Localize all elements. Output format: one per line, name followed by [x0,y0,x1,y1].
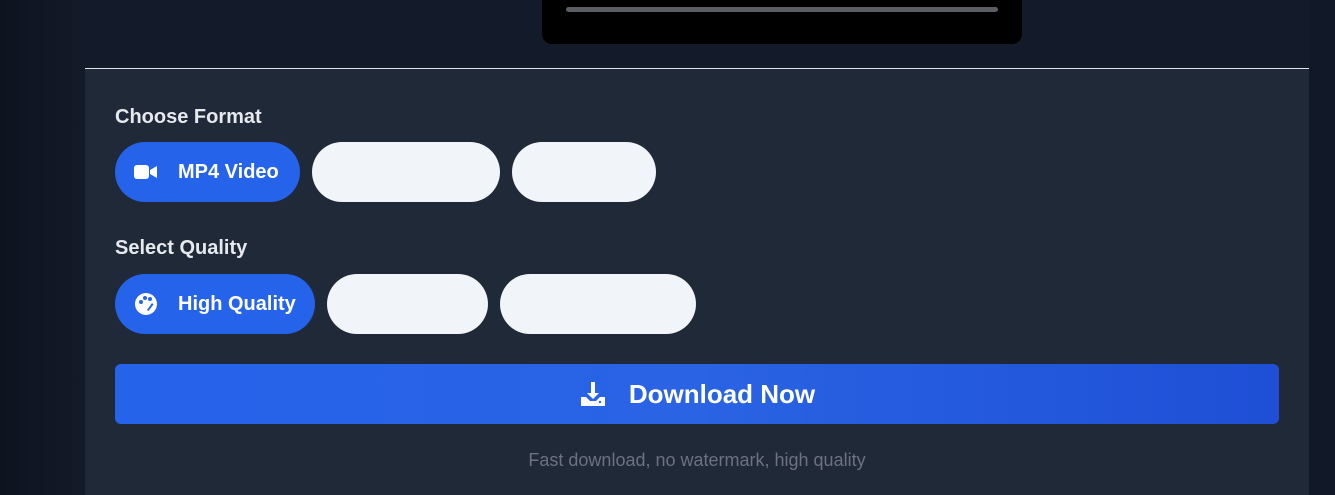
video-preview-area [85,0,1309,68]
format-option-label: MP4 Video [178,160,279,183]
quality-option-label: High Quality [178,292,296,315]
download-icon [579,380,607,408]
quality-option-3[interactable] [500,274,696,334]
download-button-label: Download Now [628,378,816,409]
left-margin [0,0,85,495]
download-footnote: Fast download, no watermark, high qualit… [528,450,866,470]
video-player[interactable] [542,0,1022,44]
palette-icon [133,291,159,317]
video-camera-icon [133,159,159,185]
quality-option-high[interactable]: High Quality [115,274,315,334]
format-option-3[interactable] [512,142,656,202]
right-margin [1309,0,1335,495]
download-options-panel: Choose Format MP4 Video Select Quality H… [85,68,1309,495]
download-now-button[interactable]: Download Now [115,364,1279,424]
video-progress-bar[interactable] [566,7,998,12]
format-option-2[interactable] [312,142,500,202]
quality-option-2[interactable] [327,274,488,334]
quality-section-label: Select Quality [115,237,248,259]
format-option-mp4[interactable]: MP4 Video [115,142,300,202]
format-section-label: Choose Format [115,106,262,128]
page: Choose Format MP4 Video Select Quality H… [0,0,1335,495]
